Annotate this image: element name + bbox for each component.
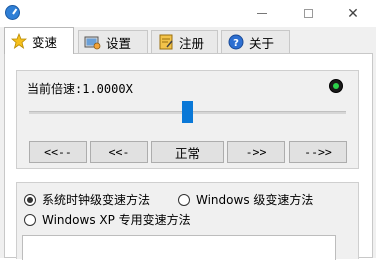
speed-tab-panel: 当前倍速:1.0000X <<-- <<- 正常 ->> -->> 系统时钟级变… <box>4 53 373 260</box>
minimize-icon <box>257 13 267 14</box>
maximize-icon <box>303 9 313 18</box>
speed-control-group: 当前倍速:1.0000X <<-- <<- 正常 ->> -->> <box>16 70 359 169</box>
window-client: 变速 设置 注册 ? 关于 当前倍速:1.0000X <<-- <<- 正常 -… <box>0 27 376 260</box>
method-radio-windows-xp[interactable]: Windows XP 专用变速方法 <box>24 211 191 228</box>
tab-speed[interactable]: 变速 <box>4 27 74 54</box>
method-radio-system-clock[interactable]: 系统时钟级变速方法 <box>24 191 150 208</box>
tab-speed-label: 变速 <box>32 34 58 50</box>
method-label: Windows XP 专用变速方法 <box>42 213 191 227</box>
speed-up-fast-button[interactable]: -->> <box>289 141 347 163</box>
speed-down-fast-button[interactable]: <<-- <box>29 141 87 163</box>
speed-button-row: <<-- <<- 正常 ->> -->> <box>29 141 347 163</box>
method-label: Windows 级变速方法 <box>196 193 314 207</box>
speed-up-button[interactable]: ->> <box>227 141 285 163</box>
radio-button-icon <box>24 193 36 206</box>
tab-register[interactable]: 注册 <box>151 30 218 53</box>
speed-normal-button[interactable]: 正常 <box>151 141 224 163</box>
app-icon[interactable] <box>5 5 20 20</box>
method-radio-windows[interactable]: Windows 级变速方法 <box>178 191 313 208</box>
tab-settings[interactable]: 设置 <box>78 30 148 53</box>
close-icon: ✕ <box>347 5 359 22</box>
tab-about-label: 关于 <box>249 35 275 51</box>
minimize-button[interactable] <box>239 0 285 27</box>
radio-button-icon <box>24 213 36 226</box>
settings-icon <box>84 34 101 51</box>
title-bar: ✕ <box>0 0 376 27</box>
method-label: 系统时钟级变速方法 <box>42 193 151 207</box>
radio-button-icon <box>178 193 190 206</box>
close-button[interactable]: ✕ <box>330 0 376 27</box>
tab-settings-label: 设置 <box>106 35 132 51</box>
tab-strip: 变速 设置 注册 ? 关于 <box>0 27 376 55</box>
speed-down-button[interactable]: <<- <box>90 141 148 163</box>
tab-about[interactable]: ? 关于 <box>221 30 290 53</box>
register-icon <box>157 34 174 51</box>
method-description-box <box>22 235 336 260</box>
star-icon <box>10 33 27 50</box>
tab-register-label: 注册 <box>179 35 205 51</box>
speed-slider-thumb[interactable] <box>182 101 193 123</box>
help-icon: ? <box>227 34 244 51</box>
current-speed-label: 当前倍速:1.0000X <box>27 82 133 96</box>
status-indicator-icon <box>329 79 343 93</box>
speed-method-group: 系统时钟级变速方法 Windows 级变速方法 Windows XP 专用变速方… <box>16 182 359 260</box>
maximize-button[interactable] <box>285 0 331 27</box>
svg-text:?: ? <box>233 38 239 49</box>
